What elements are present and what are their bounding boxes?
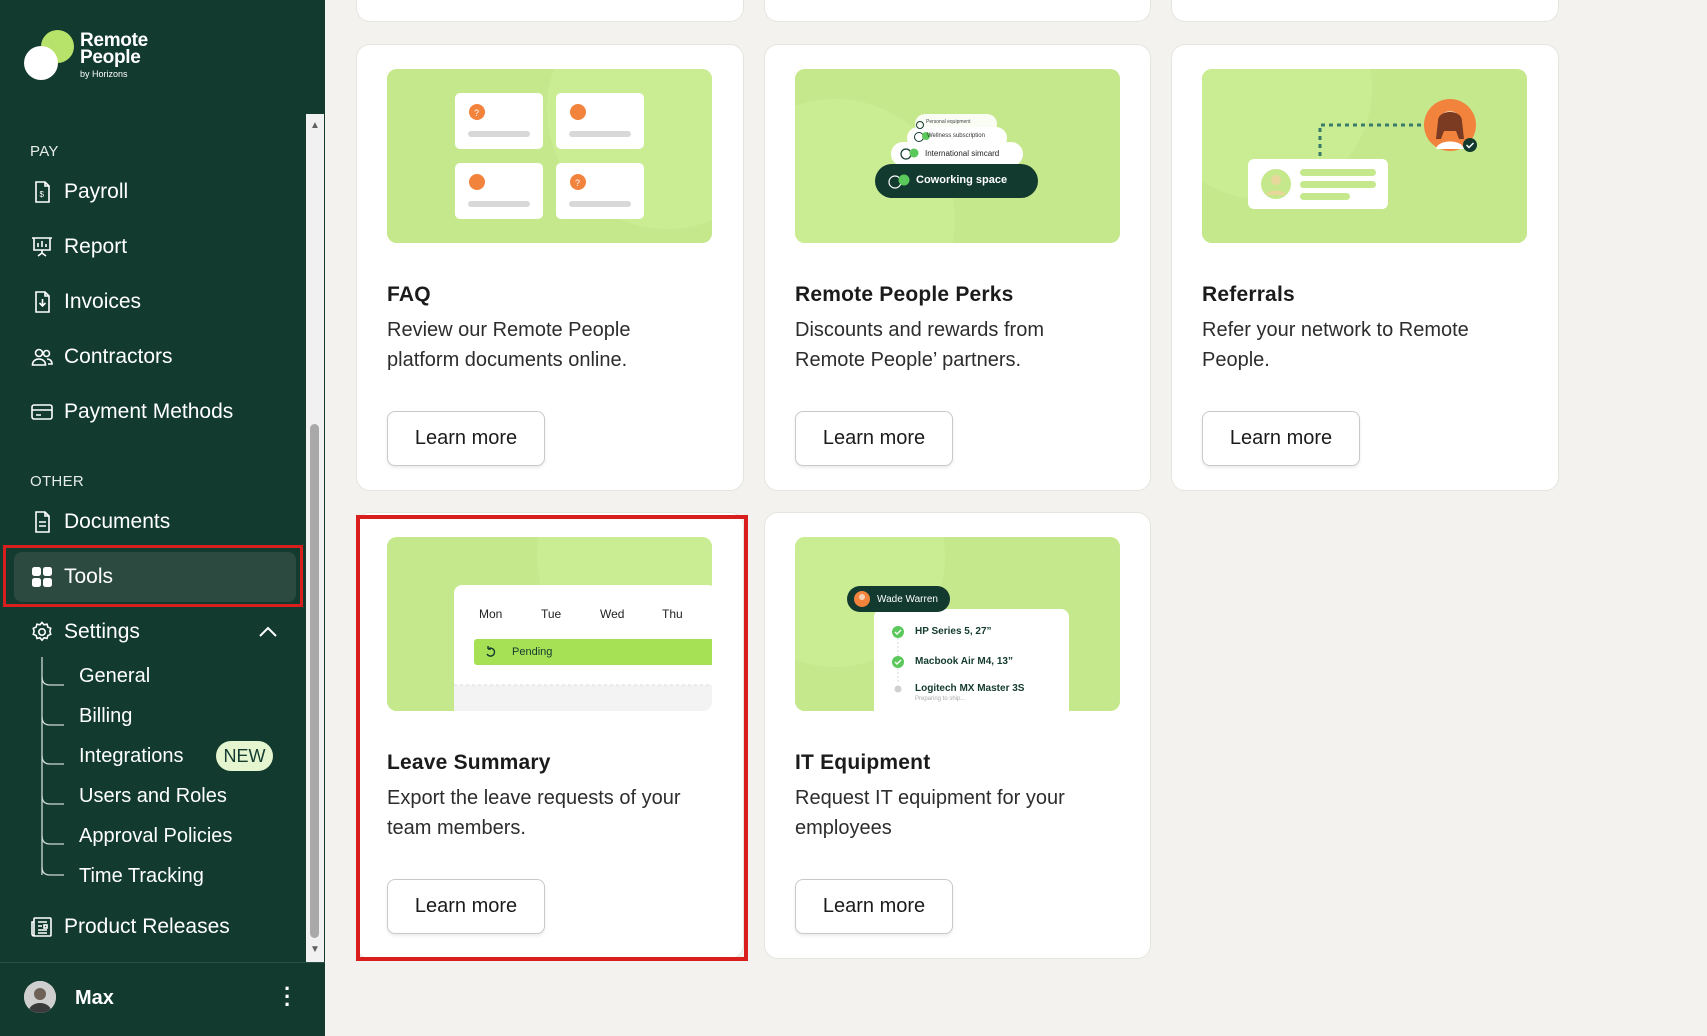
settings-users-and-roles[interactable]: Users and Roles — [79, 781, 227, 811]
it-person-name: Wade Warren — [877, 594, 938, 605]
it-item-3: Logitech MX Master 3S — [915, 683, 1025, 694]
perks-illustration: Personal equipment Wellness subscription… — [795, 69, 1120, 243]
card-partial — [356, 0, 744, 22]
card-description: Review our Remote People platform docume… — [387, 319, 631, 371]
card-description: Refer your network to Remote People. — [1202, 319, 1469, 371]
sidebar-item-label: Settings — [64, 620, 140, 643]
sidebar-item-settings[interactable]: Settings — [30, 614, 280, 650]
sidebar-item-product-releases[interactable]: Product Releases — [30, 909, 230, 945]
sidebar-item-label: Product Releases — [64, 915, 230, 938]
learn-more-button[interactable]: Learn more — [387, 411, 545, 466]
tools-highlight-box — [3, 545, 303, 607]
sidebar: Remote People by Horizons PAY $ Payroll … — [0, 0, 325, 1036]
sidebar-item-label: Documents — [64, 510, 171, 533]
sidebar-item-invoices[interactable]: Invoices — [30, 284, 141, 320]
logo-line1: Remote — [80, 29, 148, 51]
card-referrals: Referrals Refer your network to Remote P… — [1171, 44, 1559, 491]
gear-icon — [32, 621, 52, 642]
logo[interactable]: Remote People by Horizons — [24, 30, 148, 80]
sidebar-scrollbar[interactable]: ▲ ▼ — [306, 114, 324, 962]
avatar[interactable] — [24, 981, 56, 1013]
chevron-up-icon[interactable] — [258, 625, 278, 639]
card-description: Request IT equipment for your employees — [795, 787, 1065, 839]
perk-label-3: International simcard — [925, 149, 1000, 158]
new-badge: NEW — [216, 741, 273, 771]
card-description: Discounts and rewards from Remote People… — [795, 319, 1044, 371]
svg-text:$: $ — [40, 190, 45, 199]
sidebar-item-payment-methods[interactable]: Payment Methods — [30, 394, 233, 430]
settings-approval-policies[interactable]: Approval Policies — [79, 821, 232, 851]
card-perks: Personal equipment Wellness subscription… — [764, 44, 1151, 491]
section-label-other: OTHER — [30, 473, 84, 490]
kebab-menu-icon[interactable]: · · · — [284, 978, 291, 1016]
payroll-icon: $ — [35, 181, 50, 203]
faq-illustration: ? ? — [387, 69, 712, 243]
logo-line3: by Horizons — [80, 68, 128, 79]
settings-billing[interactable]: Billing — [79, 701, 132, 731]
it-item-2: Macbook Air M4, 13” — [915, 656, 1013, 667]
sidebar-item-payroll[interactable]: $ Payroll — [30, 174, 128, 210]
learn-more-button[interactable]: Learn more — [795, 879, 953, 934]
documents-icon — [35, 511, 50, 533]
it-item-1: HP Series 5, 27” — [915, 626, 992, 637]
card-it-equipment: Wade Warren HP Series 5, 27” Macbook Air… — [764, 512, 1151, 959]
perk-label-1: Personal equipment — [926, 119, 971, 125]
learn-more-button[interactable]: Learn more — [795, 411, 953, 466]
scroll-down-arrow-icon[interactable]: ▼ — [310, 944, 320, 955]
logo-mark-icon — [24, 30, 74, 80]
card-title: Remote People Perks — [795, 283, 1014, 306]
sidebar-item-label: Payroll — [64, 180, 129, 203]
user-bar[interactable]: Max · · · — [0, 962, 325, 1036]
card-partial — [1171, 0, 1559, 22]
card-faq: ? ? FAQ Review our Remote People platfor… — [356, 44, 744, 491]
perk-label-2: Wellness subscription — [927, 133, 985, 139]
user-name: Max — [75, 987, 114, 1009]
card-title: IT Equipment — [795, 751, 931, 774]
section-label-pay: PAY — [30, 143, 59, 160]
sidebar-item-contractors[interactable]: Contractors — [30, 339, 173, 375]
leave-summary-highlight-box — [356, 515, 748, 961]
card-title: Referrals — [1202, 283, 1295, 306]
sidebar-item-label: Report — [64, 235, 128, 258]
invoices-icon — [35, 291, 50, 313]
settings-time-tracking[interactable]: Time Tracking — [79, 861, 204, 891]
payment-methods-icon — [31, 404, 53, 420]
sidebar-item-label: Payment Methods — [64, 400, 234, 423]
newspaper-icon — [31, 917, 52, 937]
scrollbar-thumb[interactable] — [310, 424, 319, 938]
report-icon — [32, 237, 52, 257]
svg-text:?: ? — [474, 108, 479, 118]
card-title: FAQ — [387, 283, 431, 306]
it-equipment-illustration: Wade Warren HP Series 5, 27” Macbook Air… — [795, 537, 1120, 711]
logo-line2: People — [80, 46, 141, 68]
svg-text:?: ? — [575, 178, 580, 188]
it-item-3-sub: Preparing to ship... — [915, 696, 966, 702]
sidebar-item-documents[interactable]: Documents — [30, 504, 170, 540]
settings-integrations[interactable]: Integrations — [79, 741, 184, 771]
settings-general[interactable]: General — [79, 661, 150, 691]
sidebar-item-label: Contractors — [64, 345, 173, 368]
contractors-icon — [31, 348, 53, 366]
sidebar-item-label: Invoices — [64, 290, 142, 313]
scroll-up-arrow-icon[interactable]: ▲ — [310, 120, 320, 131]
card-partial — [764, 0, 1151, 22]
settings-tree-lines — [41, 657, 64, 876]
referrals-illustration — [1202, 69, 1527, 243]
sidebar-item-report[interactable]: Report — [30, 229, 127, 265]
learn-more-button[interactable]: Learn more — [1202, 411, 1360, 466]
perk-label-4: Coworking space — [916, 174, 1008, 186]
